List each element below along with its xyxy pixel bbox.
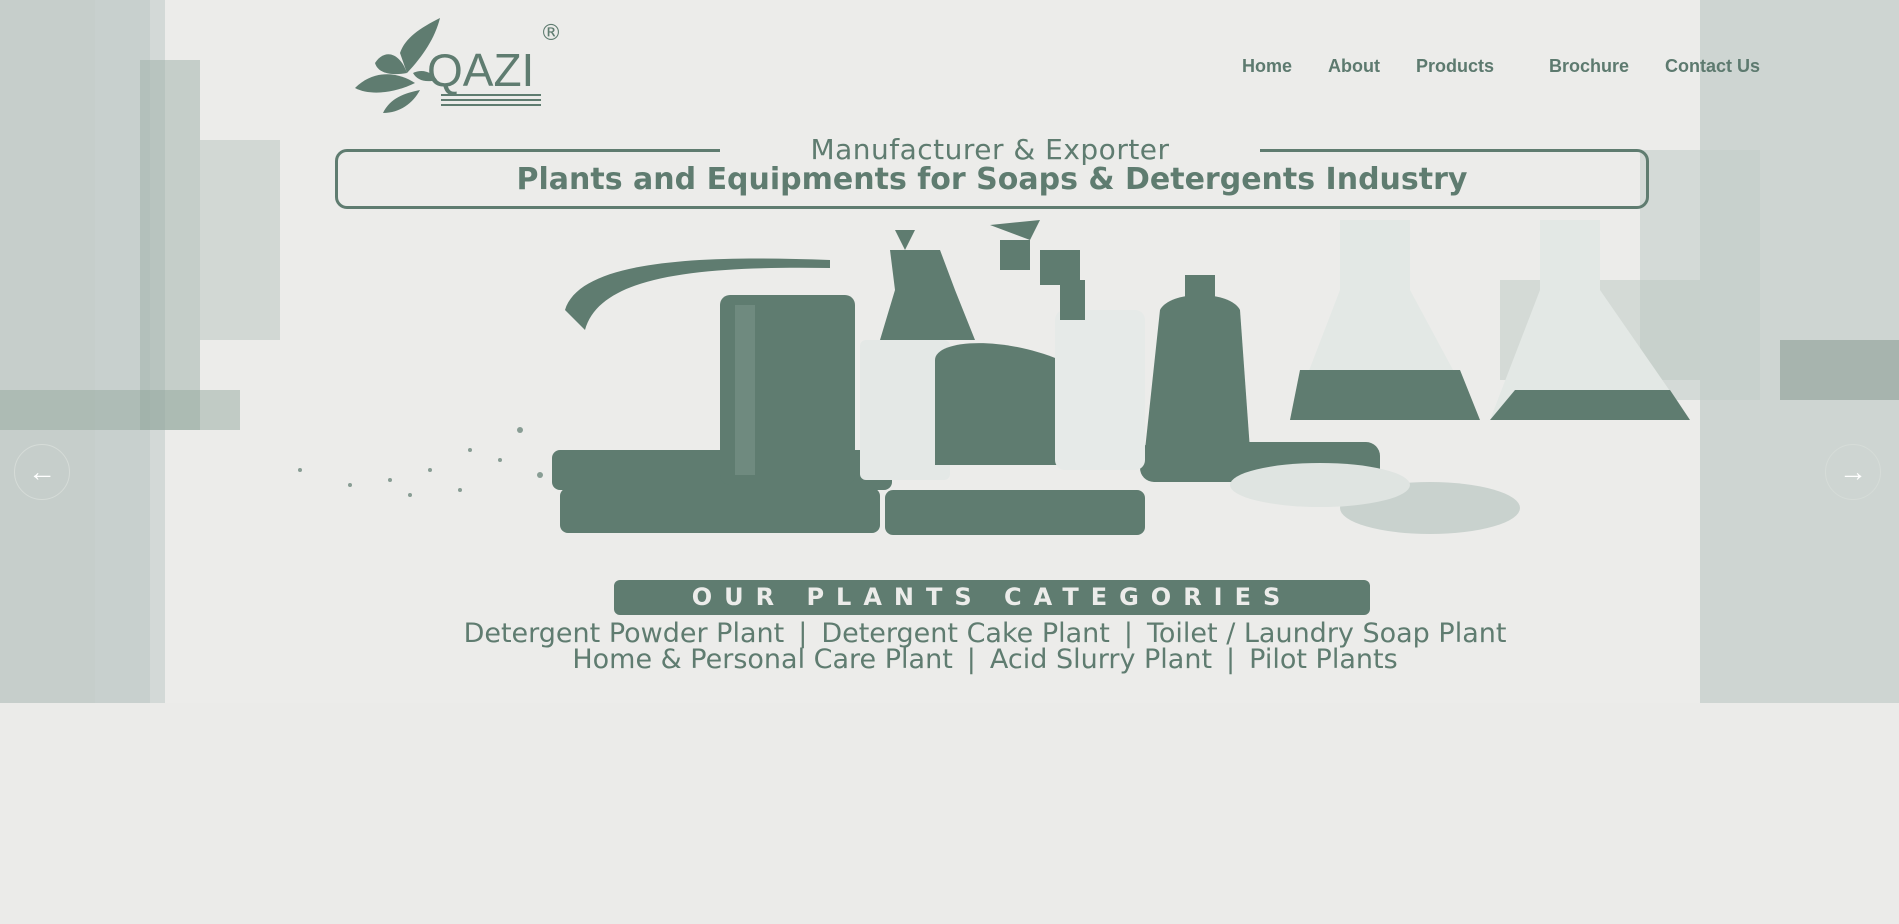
svg-text:®: ® <box>540 21 562 46</box>
category-acid-slurry[interactable]: Acid Slurry Plant <box>990 644 1212 675</box>
tagline-title: Plants and Equipments for Soaps & Deterg… <box>516 162 1468 197</box>
category-home-personal-care[interactable]: Home & Personal Care Plant <box>572 644 952 675</box>
nav-contact[interactable]: Contact Us <box>1665 56 1760 77</box>
category-pilot-plants[interactable]: Pilot Plants <box>1249 644 1397 675</box>
arrow-left-icon: ← <box>28 456 56 487</box>
slider-next-button[interactable]: → <box>1825 444 1881 500</box>
arrow-right-icon: → <box>1839 456 1867 487</box>
hero-slider: QAZI ® Home About Products Brochure Cont… <box>0 0 1899 703</box>
nav-home[interactable]: Home <box>1242 56 1292 77</box>
nav-products[interactable]: Products <box>1416 56 1494 77</box>
categories-line-2: Home & Personal Care Plant | Acid Slurry P… <box>572 644 1398 675</box>
nav-brochure[interactable]: Brochure <box>1549 56 1629 77</box>
categories-heading: OUR PLANTS CATEGORIES <box>614 580 1370 615</box>
products-illustration <box>298 220 1690 535</box>
main-nav: Home About Products Brochure Contact Us <box>0 56 1899 80</box>
nav-about[interactable]: About <box>1328 56 1380 77</box>
slider-prev-button[interactable]: ← <box>14 444 70 500</box>
